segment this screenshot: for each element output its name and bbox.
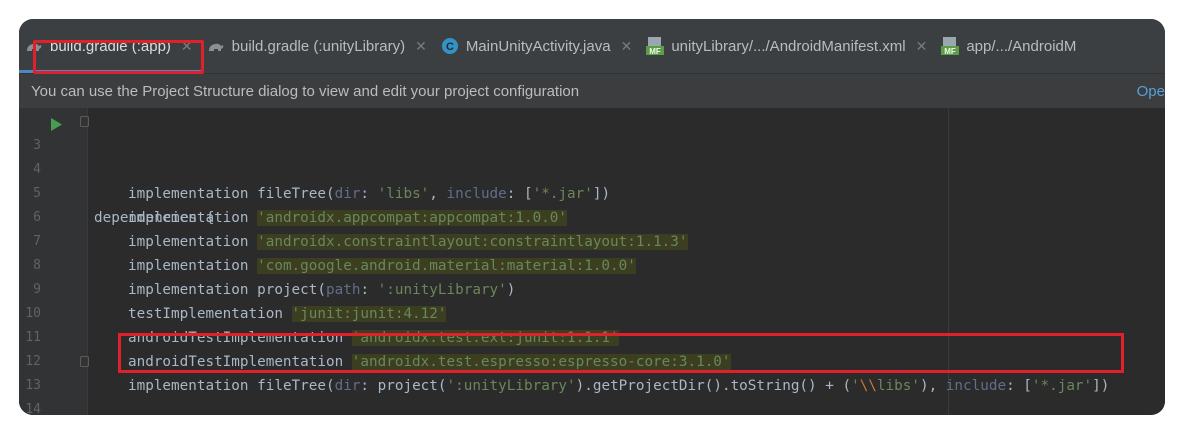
code-line: 13 } — [19, 350, 1165, 393]
gradle-icon — [25, 39, 43, 53]
tab-unitylibrary-manifest[interactable]: MF unityLibrary/.../AndroidManifest.xml … — [640, 19, 935, 73]
project-structure-banner: You can use the Project Structure dialog… — [19, 74, 1165, 108]
banner-message: You can use the Project Structure dialog… — [31, 82, 580, 100]
code-line: 5 implementation 'androidx.appcompat:app… — [19, 158, 1165, 226]
code-line: 8 implementation project(path: ':unityLi… — [19, 230, 1165, 298]
fold-marker-icon[interactable] — [80, 116, 89, 127]
line-number: 14 — [25, 402, 41, 415]
tab-build-gradle-app[interactable]: build.gradle (:app) ✕ — [19, 19, 201, 73]
code-line: 7 implementation 'com.google.android.mat… — [19, 206, 1165, 274]
close-icon[interactable]: ✕ — [621, 38, 633, 55]
tab-label: unityLibrary/.../AndroidManifest.xml — [671, 37, 906, 55]
code-line: 10 androidTestImplementation 'androidx.t… — [19, 278, 1165, 346]
code-line: 4 implementation fileTree(dir: 'libs', i… — [19, 134, 1165, 202]
class-icon: C — [441, 37, 459, 55]
ide-window: build.gradle (:app) ✕ build.gradle (:uni… — [19, 19, 1165, 415]
code-line: 12 implementation fileTree(dir: project(… — [19, 326, 1165, 394]
fold-marker-icon[interactable] — [80, 356, 89, 367]
close-icon[interactable]: ✕ — [415, 38, 427, 55]
tab-app-manifest[interactable]: MF app/.../AndroidM — [935, 19, 1084, 73]
tab-label: MainUnityActivity.java — [465, 37, 611, 55]
class-icon-letter: C — [446, 41, 454, 53]
tab-mainunityactivity[interactable]: C MainUnityActivity.java ✕ — [435, 19, 641, 73]
code-line: 11 androidTestImplementation 'androidx.t… — [19, 302, 1165, 370]
tab-label: build.gradle (:unityLibrary) — [231, 37, 406, 55]
code-line: 9 testImplementation 'junit:junit:4.12' — [19, 254, 1165, 322]
manifest-icon: MF — [646, 36, 665, 56]
editor-tab-bar: build.gradle (:app) ✕ build.gradle (:uni… — [19, 19, 1165, 74]
tab-build-gradle-unitylibrary[interactable]: build.gradle (:unityLibrary) ✕ — [201, 19, 435, 73]
tab-label: app/.../AndroidM — [966, 37, 1077, 55]
code-line: 3 dependencies { — [19, 110, 1165, 226]
code-editor[interactable]: 3 dependencies { 4 implementation fileTr… — [19, 108, 1165, 415]
manifest-icon-text: MF — [945, 47, 957, 56]
gradle-icon — [207, 39, 225, 53]
manifest-icon-text: MF — [650, 47, 662, 56]
close-icon[interactable]: ✕ — [916, 38, 928, 55]
open-project-structure-link[interactable]: Ope — [1137, 83, 1165, 100]
close-icon[interactable]: ✕ — [181, 38, 193, 55]
tab-label: build.gradle (:app) — [50, 37, 171, 55]
code-line: 6 implementation 'androidx.constraintlay… — [19, 182, 1165, 250]
manifest-icon: MF — [941, 36, 960, 56]
code-line: 14 — [19, 374, 1165, 415]
